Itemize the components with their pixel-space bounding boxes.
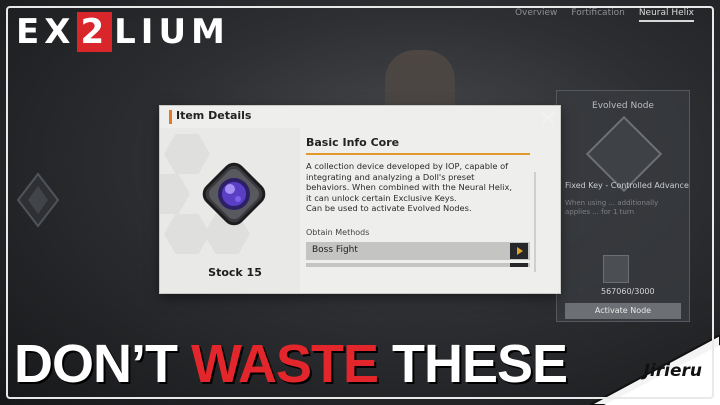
activate-node-button[interactable]: Activate Node — [565, 303, 681, 319]
description-line: Can be used to activate Evolved Nodes. — [306, 203, 472, 213]
stock-count: Stock 15 — [208, 266, 262, 279]
tab-fortification[interactable]: Fortification — [571, 8, 624, 22]
description-line: behaviors. When combined with the Neural… — [306, 182, 513, 192]
obtain-method-row[interactable]: Boss Fight — [306, 241, 530, 260]
evolved-node-panel: Evolved Node Fixed Key - Controlled Adva… — [556, 90, 690, 322]
hex-decoration — [160, 174, 190, 214]
key-label: Fixed Key - Controlled Advance — [565, 181, 689, 190]
play-arrow-icon[interactable] — [510, 242, 528, 259]
headline-part1: DON’T — [14, 334, 191, 394]
modal-header: Item Details — [160, 106, 560, 128]
obtain-methods-label: Obtain Methods — [306, 227, 370, 237]
cost-count: 567060/3000 — [601, 287, 655, 296]
game-tabs: Overview Fortification Neural Helix — [515, 8, 694, 22]
obtain-method-row-partial — [306, 262, 530, 267]
basic-info-core-icon — [202, 162, 266, 226]
key-description: When using ... additionally applies ... … — [565, 199, 659, 216]
tab-neural-helix[interactable]: Neural Helix — [638, 8, 694, 22]
headline-part2: THESE — [378, 334, 568, 394]
item-details-modal: Item Details Stock 15 Basic Info Core A … — [160, 106, 560, 293]
channel-name: Jirieru — [643, 361, 702, 381]
tab-overview[interactable]: Overview — [515, 8, 557, 22]
description-line: integrating and analyzing a Doll's prese… — [306, 171, 475, 182]
description-line: A collection device developed by IOP, ca… — [306, 161, 509, 171]
obtain-method-label: Boss Fight — [312, 244, 358, 255]
item-preview: Stock 15 — [160, 128, 300, 293]
panel-title: Evolved Node — [592, 101, 654, 111]
header-accent — [169, 110, 172, 124]
headline-highlight: WASTE — [191, 334, 379, 394]
thumbnail-headline: DON’T WASTE THESE — [14, 334, 568, 394]
description-line: it can unlock certain Exclusive Keys. — [306, 192, 457, 203]
play-arrow-icon — [510, 262, 528, 267]
logo-suffix: LIUM — [114, 12, 230, 52]
logo-mark: 2 — [77, 12, 113, 52]
close-icon[interactable] — [538, 108, 558, 128]
left-node-icon — [16, 172, 60, 228]
item-name: Basic Info Core — [306, 136, 400, 149]
item-info: Basic Info Core A collection device deve… — [306, 136, 532, 267]
description-scrollbar[interactable] — [534, 172, 536, 272]
logo-prefix: EX — [16, 12, 76, 52]
cost-item-icon — [603, 255, 629, 283]
modal-title: Item Details — [176, 109, 252, 122]
channel-badge: Jirieru — [590, 335, 720, 405]
game-logo: EX 2 LIUM — [16, 12, 230, 52]
item-description: A collection device developed by IOP, ca… — [306, 161, 532, 214]
title-underline — [306, 153, 530, 155]
